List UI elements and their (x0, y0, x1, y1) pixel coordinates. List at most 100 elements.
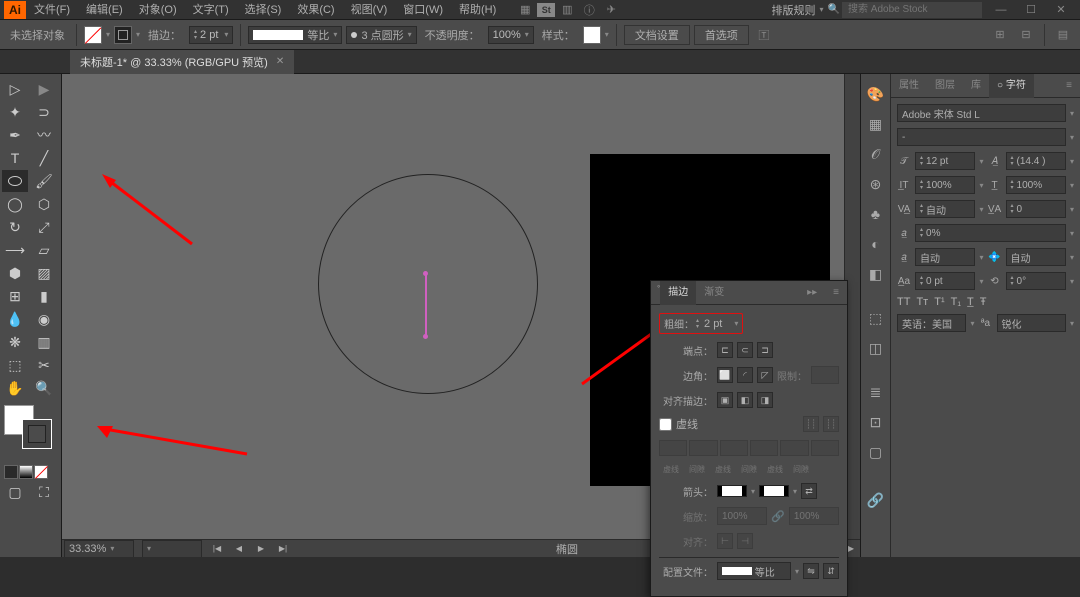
menu-effect[interactable]: 效果(C) (289, 0, 342, 20)
panel-menu-icon[interactable]: ≡ (1058, 74, 1080, 98)
artboard-tool[interactable]: ⬚ (2, 354, 28, 376)
align-inside[interactable]: ◧ (737, 392, 753, 408)
stroke-swatch[interactable] (114, 26, 132, 44)
superscript-button[interactable]: T¹ (934, 296, 944, 308)
slice-tool[interactable]: ✂ (31, 354, 57, 376)
titlebar-icon-info[interactable]: ⓘ (579, 1, 599, 19)
line-tool[interactable]: ╱ (31, 147, 57, 169)
titlebar-icon-st[interactable]: St (537, 3, 555, 17)
panel-icon-2[interactable]: ⊟ (1016, 26, 1036, 44)
antialias-field[interactable]: 锐化 (997, 314, 1066, 332)
menu-object[interactable]: 对象(O) (131, 0, 185, 20)
rotation-field[interactable]: ▴▾0° (1006, 272, 1066, 290)
zoom-dropdown[interactable]: 33.33%▾ (64, 540, 134, 558)
menu-window[interactable]: 窗口(W) (395, 0, 451, 20)
screen-mode-normal[interactable]: ▢ (2, 481, 28, 503)
color-mode-solid[interactable] (4, 465, 18, 479)
cap-butt[interactable]: ⊏ (717, 342, 733, 358)
shaper-tool[interactable]: ◯ (2, 193, 28, 215)
perspective-tool[interactable]: ▨ (31, 262, 57, 284)
tracking-field[interactable]: ▴▾0 (1006, 200, 1066, 218)
magic-wand-tool[interactable]: ✦ (2, 101, 28, 123)
fill-swatch[interactable] (84, 26, 102, 44)
screen-mode-full[interactable]: ⛶ (31, 481, 57, 503)
brushes-panel-icon[interactable]: 𝒪 (864, 142, 888, 166)
links-panel-icon[interactable]: 🔗 (864, 488, 888, 512)
appearance-panel-icon[interactable]: ⬚ (864, 306, 888, 330)
ellipse-object[interactable] (318, 174, 538, 394)
stock-search-input[interactable] (842, 2, 982, 18)
graphic-styles-icon[interactable]: ◫ (864, 336, 888, 360)
hscale-field[interactable]: ▴▾100% (1006, 176, 1066, 194)
hand-tool[interactable]: ✋ (2, 377, 28, 399)
zoom-tool[interactable]: 🔍 (31, 377, 57, 399)
arrow-start[interactable] (717, 485, 747, 497)
artboard-prev[interactable]: ◀ (232, 542, 246, 556)
opacity-field[interactable]: 100%▾ (488, 26, 534, 44)
eraser-tool[interactable]: ⬡ (31, 193, 57, 215)
paintbrush-tool[interactable]: 🖌 (31, 170, 57, 192)
window-minimize[interactable]: — (986, 1, 1016, 19)
language-field[interactable]: 英语：美国 (897, 314, 966, 332)
smallcaps-button[interactable]: Tᴛ (916, 296, 928, 308)
width-tool[interactable]: ⟶ (2, 239, 28, 261)
brush-dropdown[interactable]: 3 点圆形▾ (346, 26, 416, 44)
color-panel-icon[interactable]: 🎨 (864, 82, 888, 106)
stroke-panel-collapse-icon[interactable]: ▸▸ (799, 281, 825, 305)
artboards-panel-icon[interactable]: ▢ (864, 440, 888, 464)
stroke-color[interactable] (22, 419, 52, 449)
underline-button[interactable]: T̲ (967, 296, 974, 308)
artboard-nav-dropdown[interactable]: ▾ (142, 540, 202, 558)
panel-icon-1[interactable]: ⊞ (990, 26, 1010, 44)
eyedropper-tool[interactable]: 💧 (2, 308, 28, 330)
auto2-field[interactable]: 自动 (1006, 248, 1066, 266)
color-mode-none[interactable] (34, 465, 48, 479)
tab-close-icon[interactable]: ✕ (276, 56, 284, 67)
rotate-tool[interactable]: ↻ (2, 216, 28, 238)
gradient-tool[interactable]: ▮ (31, 285, 57, 307)
baseline-opt-field[interactable]: ▴▾0% (915, 224, 1066, 242)
mesh-tool[interactable]: ⊞ (2, 285, 28, 307)
gradient-tab[interactable]: 渐变 (696, 281, 732, 305)
document-tab[interactable]: 未标题-1* @ 33.33% (RGB/GPU 预览) ✕ (70, 50, 294, 74)
gradient-panel-icon[interactable]: ◐ (864, 232, 888, 256)
allcaps-button[interactable]: TT (897, 296, 910, 308)
dashed-checkbox[interactable] (659, 418, 672, 431)
artboard-next[interactable]: ▶ (254, 542, 268, 556)
layout-rules-dropdown[interactable]: 排版规则▾ (768, 1, 828, 19)
corner-round[interactable]: ◜ (737, 367, 753, 383)
align-outside[interactable]: ◨ (757, 392, 773, 408)
lasso-tool[interactable]: ⊃ (31, 101, 57, 123)
transparency-panel-icon[interactable]: ◧ (864, 262, 888, 286)
font-size-field[interactable]: ▴▾12 pt (915, 152, 975, 170)
scale-tool[interactable]: ⤢ (31, 216, 57, 238)
symbols-panel-icon[interactable]: ⊛ (864, 172, 888, 196)
menu-view[interactable]: 视图(V) (343, 0, 396, 20)
menu-type[interactable]: 文字(T) (185, 0, 237, 20)
libraries-tab[interactable]: 库 (963, 74, 989, 98)
auto-field[interactable]: 自动 (915, 248, 975, 266)
window-maximize[interactable]: ☐ (1016, 1, 1046, 19)
menu-file[interactable]: 文件(F) (26, 0, 78, 20)
corner-bevel[interactable]: ◸ (757, 367, 773, 383)
stroke-weight-field[interactable]: ▴▾2 pt▾ (189, 26, 233, 44)
panel-icon-3[interactable]: ▤ (1053, 26, 1073, 44)
menu-edit[interactable]: 编辑(E) (78, 0, 131, 20)
asset-panel-icon[interactable]: ⊡ (864, 410, 888, 434)
symbol-sprayer-tool[interactable]: ❋ (2, 331, 28, 353)
curvature-tool[interactable]: 〰 (31, 124, 57, 146)
graph-tool[interactable]: ▥ (31, 331, 57, 353)
profile-field[interactable]: 等比 (717, 562, 791, 580)
pen-tool[interactable]: ✒ (2, 124, 28, 146)
ellipse-handle[interactable] (425, 273, 427, 337)
blend-tool[interactable]: ◉ (31, 308, 57, 330)
properties-tab[interactable]: 属性 (891, 74, 927, 98)
kerning-field[interactable]: ▴▾自动 (915, 200, 975, 218)
type-tool[interactable]: T (2, 147, 28, 169)
swap-arrows[interactable]: ⇄ (801, 483, 817, 499)
vscale-field[interactable]: ▴▾100% (915, 176, 975, 194)
align-center[interactable]: ▣ (717, 392, 733, 408)
menu-select[interactable]: 选择(S) (237, 0, 290, 20)
stroke-panel-icon[interactable]: ♣ (864, 202, 888, 226)
titlebar-icon-columns[interactable]: ▥ (557, 1, 577, 19)
